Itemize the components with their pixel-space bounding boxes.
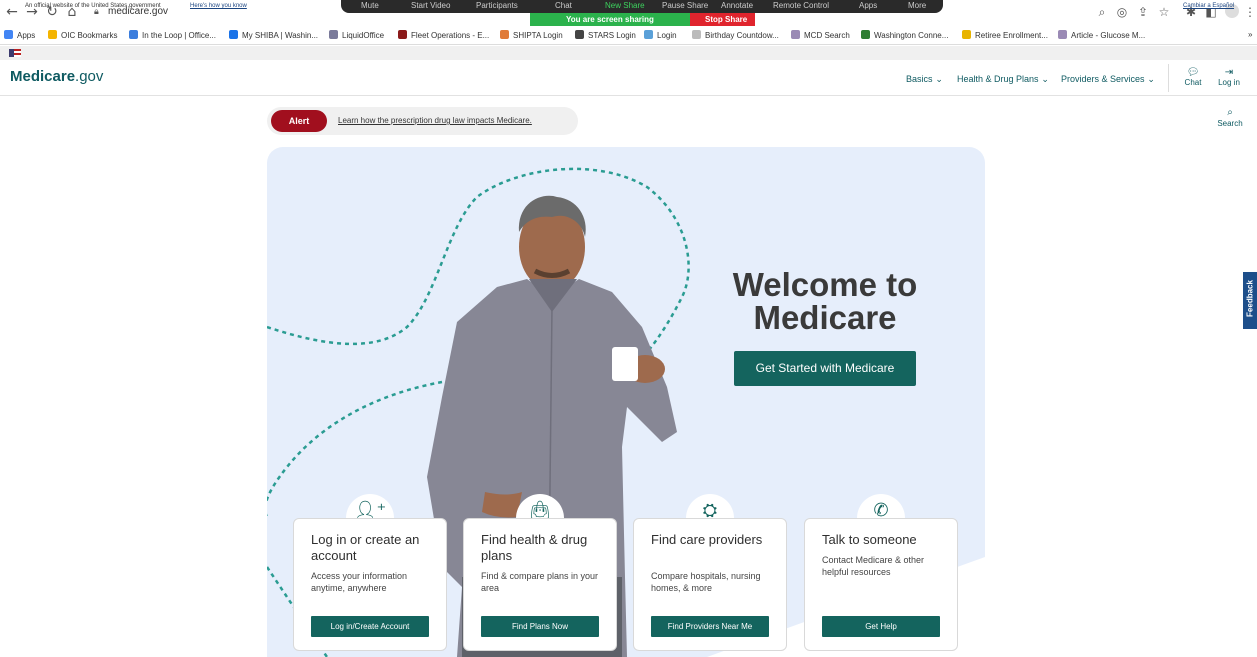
- site-favicon-icon: [1058, 30, 1067, 39]
- card-title: Find care providers: [651, 532, 763, 547]
- back-icon[interactable]: ←: [4, 4, 20, 20]
- site-favicon-icon: [398, 30, 407, 39]
- apps-grid-icon: [4, 30, 13, 39]
- header-divider: [1168, 64, 1169, 92]
- feedback-tab[interactable]: Feedback: [1243, 272, 1257, 329]
- bookmark-item[interactable]: Apps: [4, 30, 35, 40]
- folder-icon: [48, 30, 57, 39]
- card-description: Find & compare plans in your area: [481, 571, 599, 593]
- bookmark-item[interactable]: Retiree Enrollment...: [962, 30, 1048, 40]
- zoom-start-video[interactable]: Start Video: [411, 1, 450, 10]
- bookmark-item[interactable]: Fleet Operations - E...: [398, 30, 489, 40]
- site-favicon-icon: [575, 30, 584, 39]
- zoom-chat[interactable]: Chat: [555, 1, 572, 10]
- bookmark-item[interactable]: LiquidOffice: [329, 30, 384, 40]
- login-create-account-button[interactable]: Log in/Create Account: [311, 616, 429, 637]
- bookmark-item[interactable]: Article - Glucose M...: [1058, 30, 1145, 40]
- zoom-pause-share[interactable]: Pause Share: [662, 1, 708, 10]
- get-started-button[interactable]: Get Started with Medicare: [734, 351, 916, 386]
- login-button[interactable]: ⇥ Log in: [1216, 67, 1242, 88]
- card-description: Contact Medicare & other helpful resourc…: [822, 555, 925, 577]
- menu-kebab-icon[interactable]: ⋮: [1243, 5, 1257, 19]
- welcome-heading: Welcome to Medicare: [732, 266, 918, 336]
- us-flag-icon: [9, 49, 21, 57]
- site-header: Medicare.gov Basics Health & Drug Plans …: [0, 60, 1257, 96]
- chat-button[interactable]: 💬︎ Chat: [1180, 67, 1206, 88]
- espanol-link[interactable]: Cambiar a Español: [1183, 3, 1234, 9]
- bookmark-item[interactable]: Login: [644, 30, 677, 40]
- card-title: Find health & drug plans: [481, 532, 588, 563]
- heres-how-you-know-link[interactable]: Here's how you know: [190, 3, 247, 9]
- share-icon[interactable]: ⇪: [1136, 5, 1150, 19]
- site-favicon-icon: [692, 30, 701, 39]
- bookmark-item[interactable]: Washington Conne...: [861, 30, 948, 40]
- zoom-mute[interactable]: Mute: [361, 1, 379, 10]
- card-title: Talk to someone: [822, 532, 917, 547]
- nav-providers-services[interactable]: Providers & Services: [1061, 74, 1155, 85]
- browser-toolbar: ← → ↻ ⌂ 🔒︎ medicare.gov Mute Start Video…: [0, 0, 1257, 45]
- search-button[interactable]: ⌕ Search: [1212, 107, 1248, 128]
- zoom-remote-control[interactable]: Remote Control: [773, 1, 829, 10]
- bookmark-item[interactable]: My SHIBA | Washin...: [229, 30, 318, 40]
- site-favicon-icon: [644, 30, 653, 39]
- card-login: Log in or create an account Access your …: [293, 518, 447, 651]
- bookmark-item[interactable]: STARS Login: [575, 30, 636, 40]
- get-help-button[interactable]: Get Help: [822, 616, 940, 637]
- card-find-providers: Find care providers Compare hospitals, n…: [633, 518, 787, 651]
- zoom-annotate[interactable]: Annotate: [721, 1, 753, 10]
- zoom-more[interactable]: More: [908, 1, 926, 10]
- nav-basics[interactable]: Basics: [906, 74, 943, 85]
- site-favicon-icon: [791, 30, 800, 39]
- gov-banner: [0, 46, 1257, 60]
- zoom-apps[interactable]: Apps: [859, 1, 877, 10]
- sharing-label: You are screen sharing: [566, 15, 654, 24]
- bookmark-item[interactable]: SHIPTA Login: [500, 30, 563, 40]
- find-plans-now-button[interactable]: Find Plans Now: [481, 616, 599, 637]
- chat-bubble-icon: 💬︎: [1186, 67, 1200, 78]
- site-favicon-icon: [962, 30, 971, 39]
- bookmarks-overflow-icon[interactable]: »: [1248, 30, 1252, 39]
- card-description: Access your information anytime, anywher…: [311, 571, 408, 593]
- stop-share-button[interactable]: Stop Share: [690, 13, 755, 26]
- stop-share-label: Stop Share: [705, 15, 748, 24]
- card-title: Log in or create an account: [311, 532, 420, 563]
- find-providers-button[interactable]: Find Providers Near Me: [651, 616, 769, 637]
- alert-badge: Alert: [271, 110, 327, 132]
- site-favicon-icon: [500, 30, 509, 39]
- zoom-new-share[interactable]: New Share: [605, 1, 645, 10]
- site-favicon-icon: [229, 30, 238, 39]
- bookmark-item[interactable]: Birthday Countdow...: [692, 30, 779, 40]
- bookmark-item[interactable]: In the Loop | Office...: [129, 30, 216, 40]
- bookmarks-bar: Apps OIC Bookmarks In the Loop | Office.…: [0, 27, 1257, 45]
- feedback-label: Feedback: [1245, 280, 1255, 317]
- zoom-meeting-bar: Mute Start Video Participants Chat New S…: [341, 0, 943, 13]
- bookmark-item[interactable]: MCD Search: [791, 30, 850, 40]
- search-icon: ⌕: [1227, 107, 1233, 118]
- site-favicon-icon: [329, 30, 338, 39]
- nav-health-drug-plans[interactable]: Health & Drug Plans: [957, 74, 1049, 85]
- login-arrow-icon: ⇥: [1224, 67, 1234, 78]
- site-favicon-icon: [861, 30, 870, 39]
- bookmark-item[interactable]: OIC Bookmarks: [48, 30, 117, 40]
- tracking-icon[interactable]: ◎: [1115, 5, 1129, 19]
- gov-banner-text: An official website of the United States…: [25, 3, 161, 9]
- card-talk-to-someone: Talk to someone Contact Medicare & other…: [804, 518, 958, 651]
- card-find-plans: Find health & drug plans Find & compare …: [463, 518, 617, 651]
- zoom-page-icon[interactable]: ⌕: [1095, 5, 1109, 19]
- site-favicon-icon: [129, 30, 138, 39]
- screen-sharing-indicator: You are screen sharing: [530, 13, 690, 26]
- medicare-logo[interactable]: Medicare.gov: [10, 68, 103, 85]
- card-description: Compare hospitals, nursing homes, & more: [651, 571, 761, 593]
- alert-link[interactable]: Learn how the prescription drug law impa…: [338, 116, 532, 125]
- zoom-participants[interactable]: Participants: [476, 1, 518, 10]
- bookmark-star-icon[interactable]: ☆: [1157, 5, 1171, 19]
